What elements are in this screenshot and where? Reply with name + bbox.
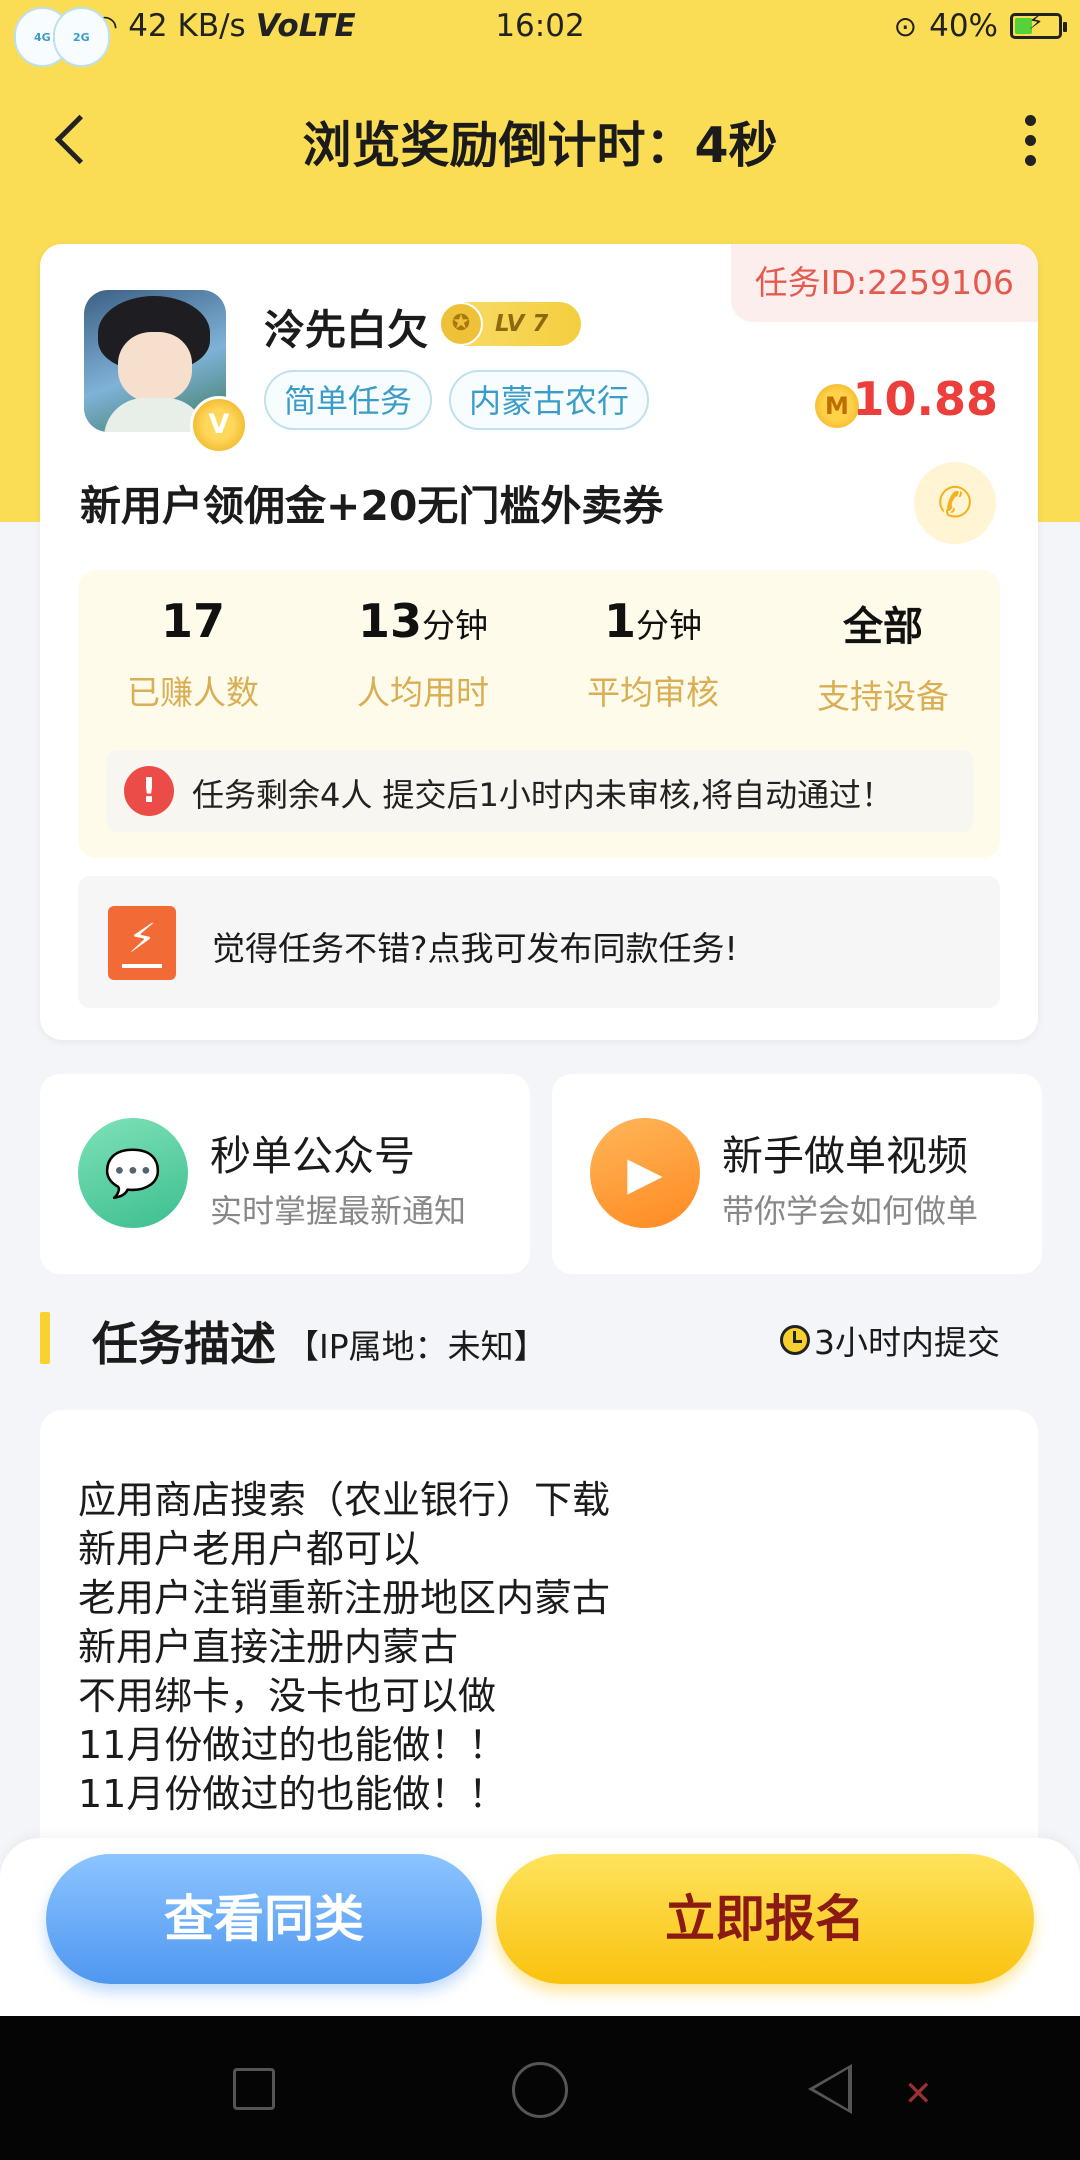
user-name: 泠先白欠 <box>264 306 428 354</box>
task-title: 新用户领佣金+20无门槛外卖券 <box>80 482 664 530</box>
status-bar: 4G 2G ◠ 42 KB/s VoLTE 16:02 ⊙ 40% ⚡ <box>0 0 1080 67</box>
lock-rotation-icon: ⊙ <box>893 9 918 43</box>
tag-region: 内蒙古农行 <box>449 370 650 430</box>
watermark-logo: ✕ <box>904 2074 933 2114</box>
mini-card-subtitle: 实时掌握最新通知 <box>210 1192 467 1230</box>
home-icon[interactable] <box>512 2062 568 2118</box>
stat-avg-review: 1分钟 平均审核 <box>587 594 719 712</box>
battery-icon: ⚡ <box>1010 10 1067 39</box>
remaining-notice: ! 任务剩余4人 提交后1小时内未审核,将自动通过！ <box>106 750 974 832</box>
stats-panel: 17 已赚人数 13分钟 人均用时 1分钟 平均审核 全部 支持设备 ! 任务剩… <box>78 570 1000 858</box>
stat-avg-time: 13分钟 人均用时 <box>357 594 489 712</box>
verified-badge-icon: V <box>190 396 248 454</box>
description-title: 任务描述 <box>92 1317 276 1371</box>
medal-icon: ✪ <box>439 302 483 346</box>
battery-percent: 40% <box>929 8 998 44</box>
mini-card-subtitle: 带你学会如何做单 <box>722 1192 979 1230</box>
deadline-text: 3小时内提交 <box>814 1323 1000 1362</box>
wechat-account-card[interactable]: 💬 秒单公众号 实时掌握最新通知 <box>40 1074 530 1274</box>
signup-button[interactable]: 立即报名 <box>496 1854 1034 1984</box>
nav-bar: 浏览奖励倒计时：4秒 <box>0 88 1080 192</box>
notice-text: 任务剩余4人 提交后1小时内未审核,将自动通过！ <box>192 776 894 814</box>
system-back-icon[interactable] <box>808 2064 852 2114</box>
level-label: LV 7 <box>495 311 549 337</box>
lightning-icon: ⚡ <box>108 906 176 980</box>
ip-location: 【IP属地：未知】 <box>286 1327 547 1366</box>
view-similar-button[interactable]: 查看同类 <box>46 1854 482 1984</box>
section-accent-bar <box>40 1312 50 1364</box>
recents-icon[interactable] <box>233 2068 275 2110</box>
more-icon[interactable] <box>1000 110 1060 170</box>
tag-simple-task: 简单任务 <box>264 370 433 430</box>
reward-amount: 10.88 <box>852 372 998 426</box>
mini-card-title: 秒单公众号 <box>210 1132 415 1180</box>
system-nav-bar: ✕ <box>0 2016 1080 2160</box>
mini-card-title: 新手做单视频 <box>722 1132 968 1180</box>
description-text: 应用商店搜索（农业银行）下载 新用户老用户都可以 老用户注销重新注册地区内蒙古 … <box>78 1478 611 1816</box>
video-icon: ▶ <box>590 1118 700 1228</box>
publish-similar-banner[interactable]: ⚡ 觉得任务不错?点我可发布同款任务! <box>78 876 1000 1008</box>
publish-text: 觉得任务不错?点我可发布同款任务! <box>212 929 738 968</box>
phone-icon[interactable]: ✆ <box>914 462 996 544</box>
task-id: 任务ID:2259106 <box>730 244 1038 322</box>
wechat-icon: 💬 <box>78 1118 188 1228</box>
page-title: 浏览奖励倒计时：4秒 <box>302 117 778 174</box>
tutorial-video-card[interactable]: ▶ 新手做单视频 带你学会如何做单 <box>552 1074 1042 1274</box>
clock-icon <box>780 1325 810 1355</box>
description-card: 应用商店搜索（农业银行）下载 新用户老用户都可以 老用户注销重新注册地区内蒙古 … <box>40 1410 1038 1870</box>
deadline: 3小时内提交 <box>780 1316 1000 1364</box>
stat-earned-count: 17 已赚人数 <box>127 594 259 712</box>
stat-devices: 全部 支持设备 <box>817 604 949 716</box>
warning-icon: ! <box>124 766 174 816</box>
level-badge: ✪ LV 7 <box>439 302 581 346</box>
task-card: 任务ID:2259106 V 泠先白欠 ✪ LV 7 简单任务 内蒙古农行 M … <box>40 244 1038 1040</box>
bottom-action-bar: 查看同类 立即报名 <box>0 1838 1080 2016</box>
